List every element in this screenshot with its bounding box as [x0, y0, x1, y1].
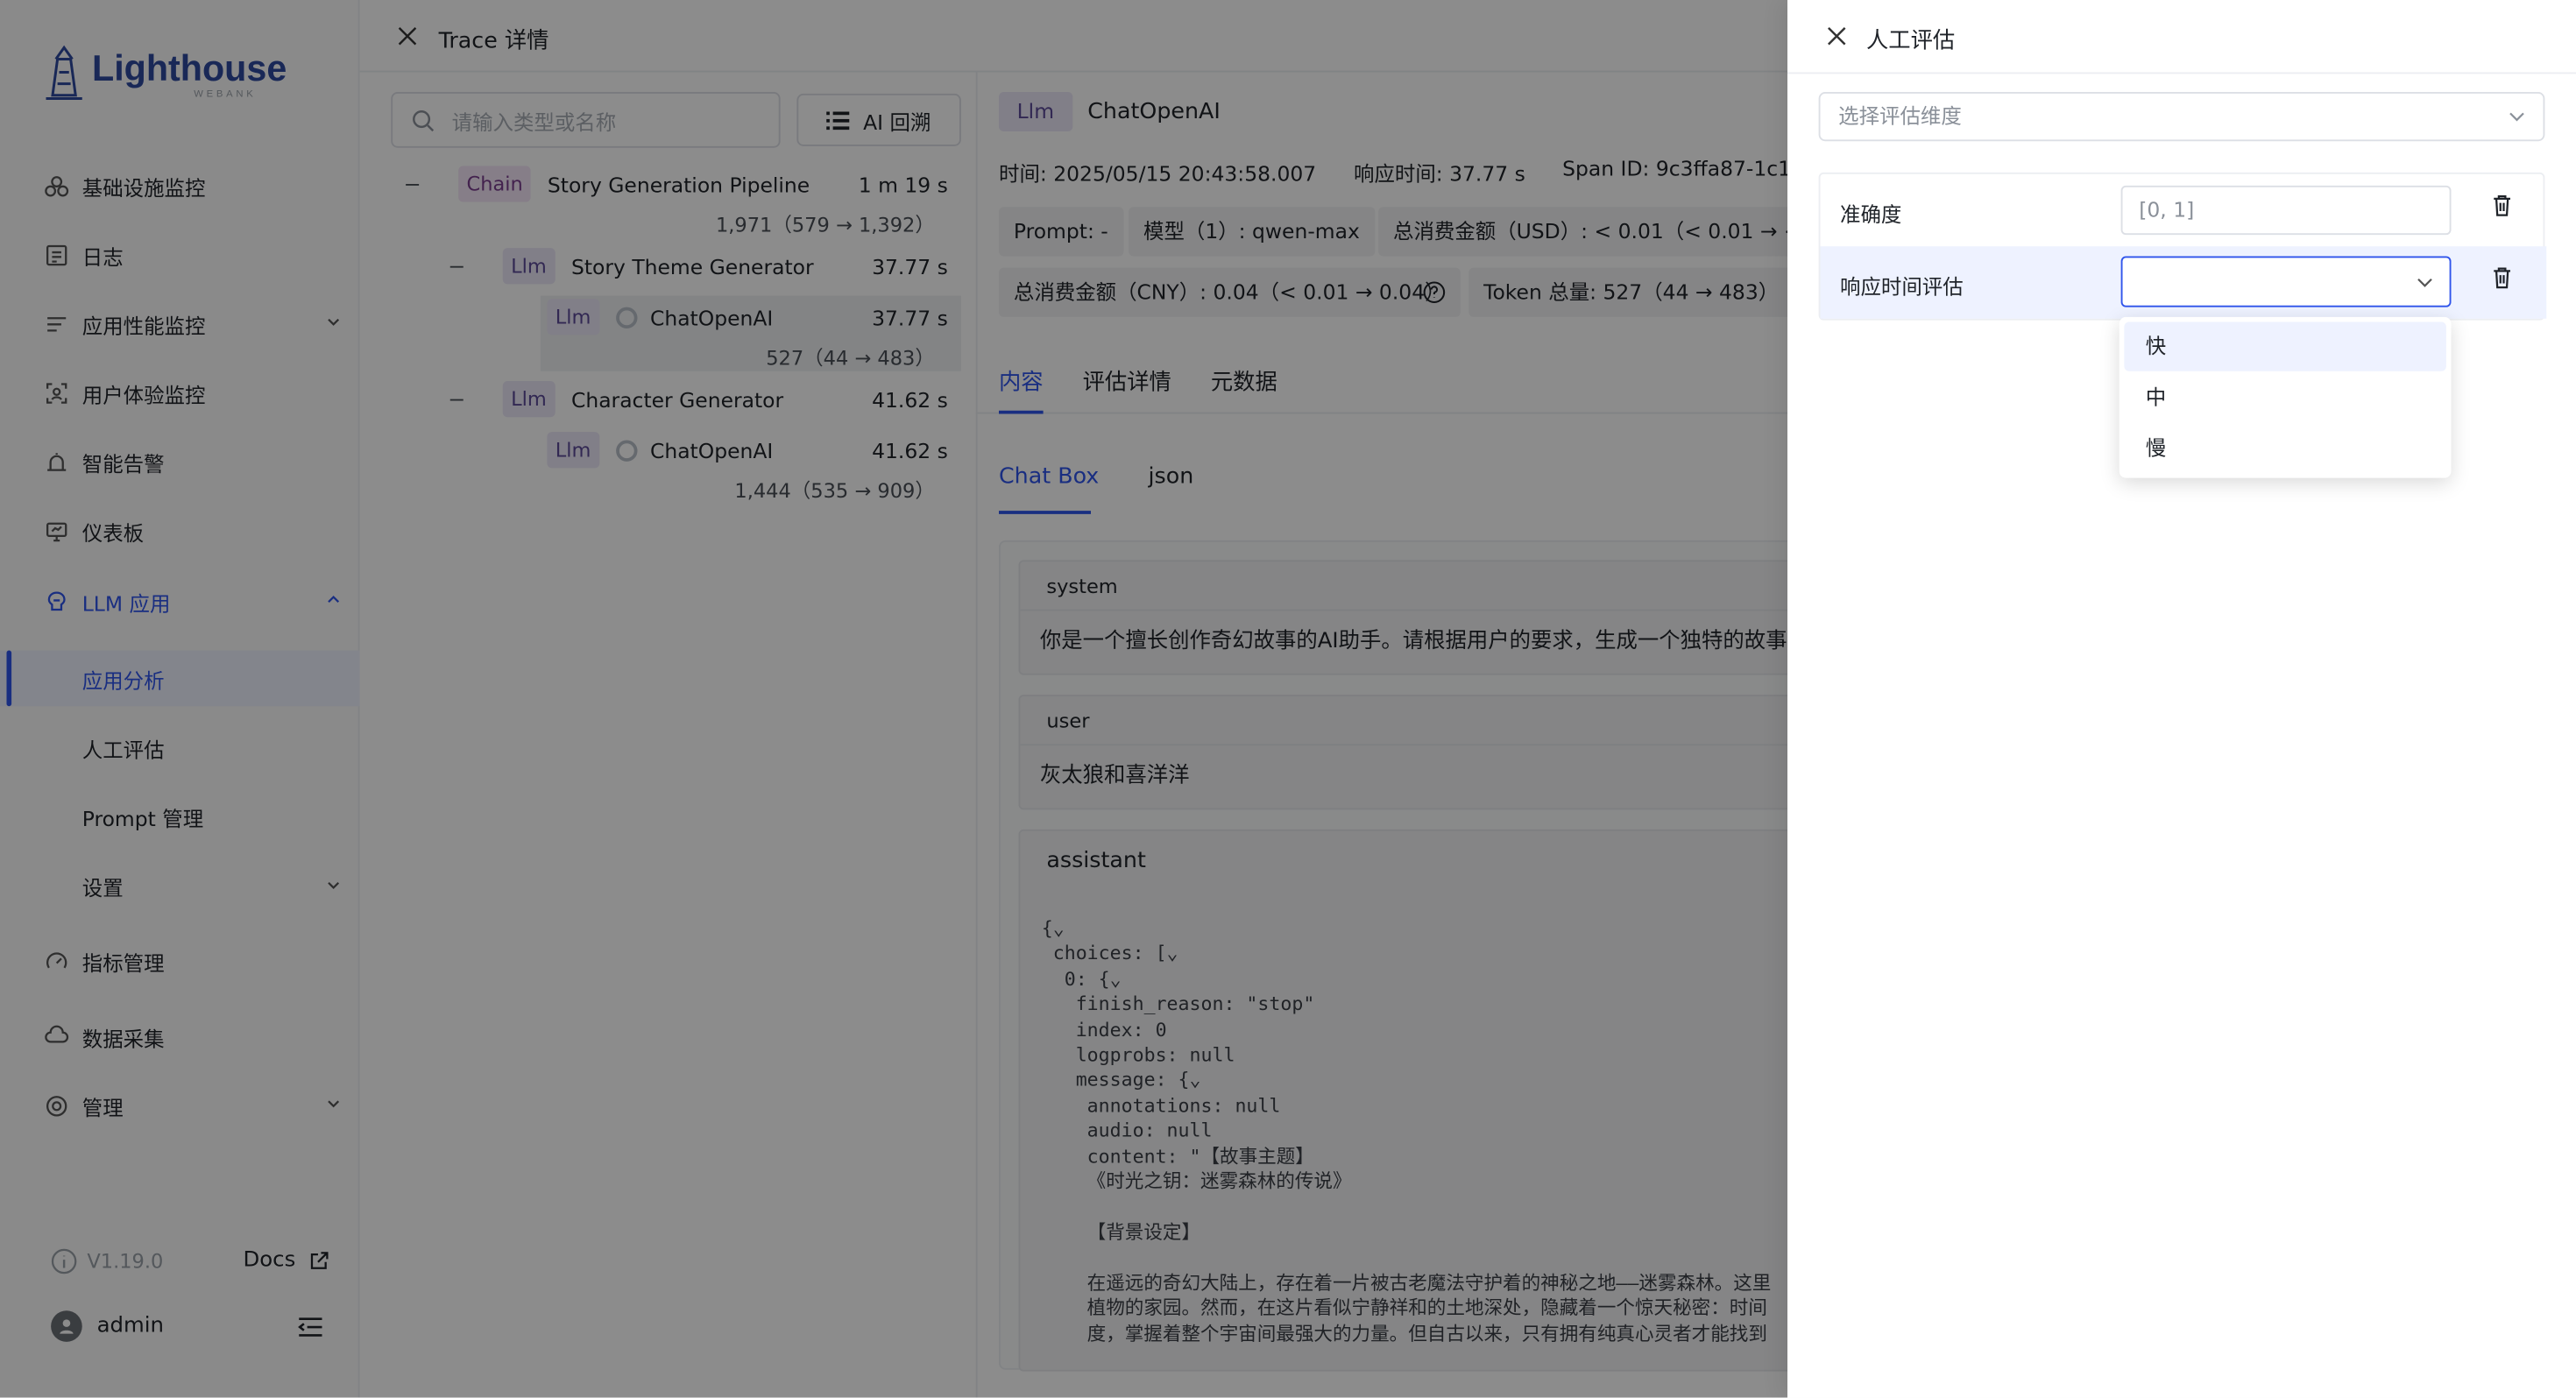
modal-mask[interactable] [0, 0, 1787, 1398]
trash-icon[interactable] [2492, 266, 2512, 289]
close-icon[interactable] [1827, 26, 1847, 46]
trash-icon[interactable] [2492, 194, 2512, 216]
drawer-title: 人工评估 [1866, 27, 1956, 54]
response-time-select[interactable] [2120, 256, 2452, 307]
eval-dimensions-list: 准确度 [0, 1] 响应时间评估 [1818, 172, 2547, 321]
response-time-options: 快 中 慢 [2119, 316, 2452, 478]
eval-row-accuracy: 准确度 [0, 1] [1821, 174, 2547, 247]
eval-label: 准确度 [1840, 201, 1902, 227]
drawer-header: 人工评估 [1787, 0, 2576, 74]
chevron-down-icon [2417, 278, 2432, 287]
accuracy-input[interactable]: [0, 1] [2120, 185, 2452, 236]
eval-dimension-select[interactable]: 选择评估维度 [1818, 92, 2545, 142]
eval-label: 响应时间评估 [1840, 274, 1964, 300]
select-placeholder: 选择评估维度 [1838, 103, 1962, 129]
option-medium[interactable]: 中 [2124, 373, 2446, 422]
eval-row-response-time: 响应时间评估 [1820, 246, 2547, 319]
option-slow[interactable]: 慢 [2124, 424, 2446, 473]
manual-eval-drawer: 人工评估 选择评估维度 准确度 [0, 1] 响应时间评估 快 中 慢 [1787, 0, 2576, 1398]
option-fast[interactable]: 快 [2124, 321, 2446, 371]
chevron-down-icon [2509, 112, 2524, 122]
